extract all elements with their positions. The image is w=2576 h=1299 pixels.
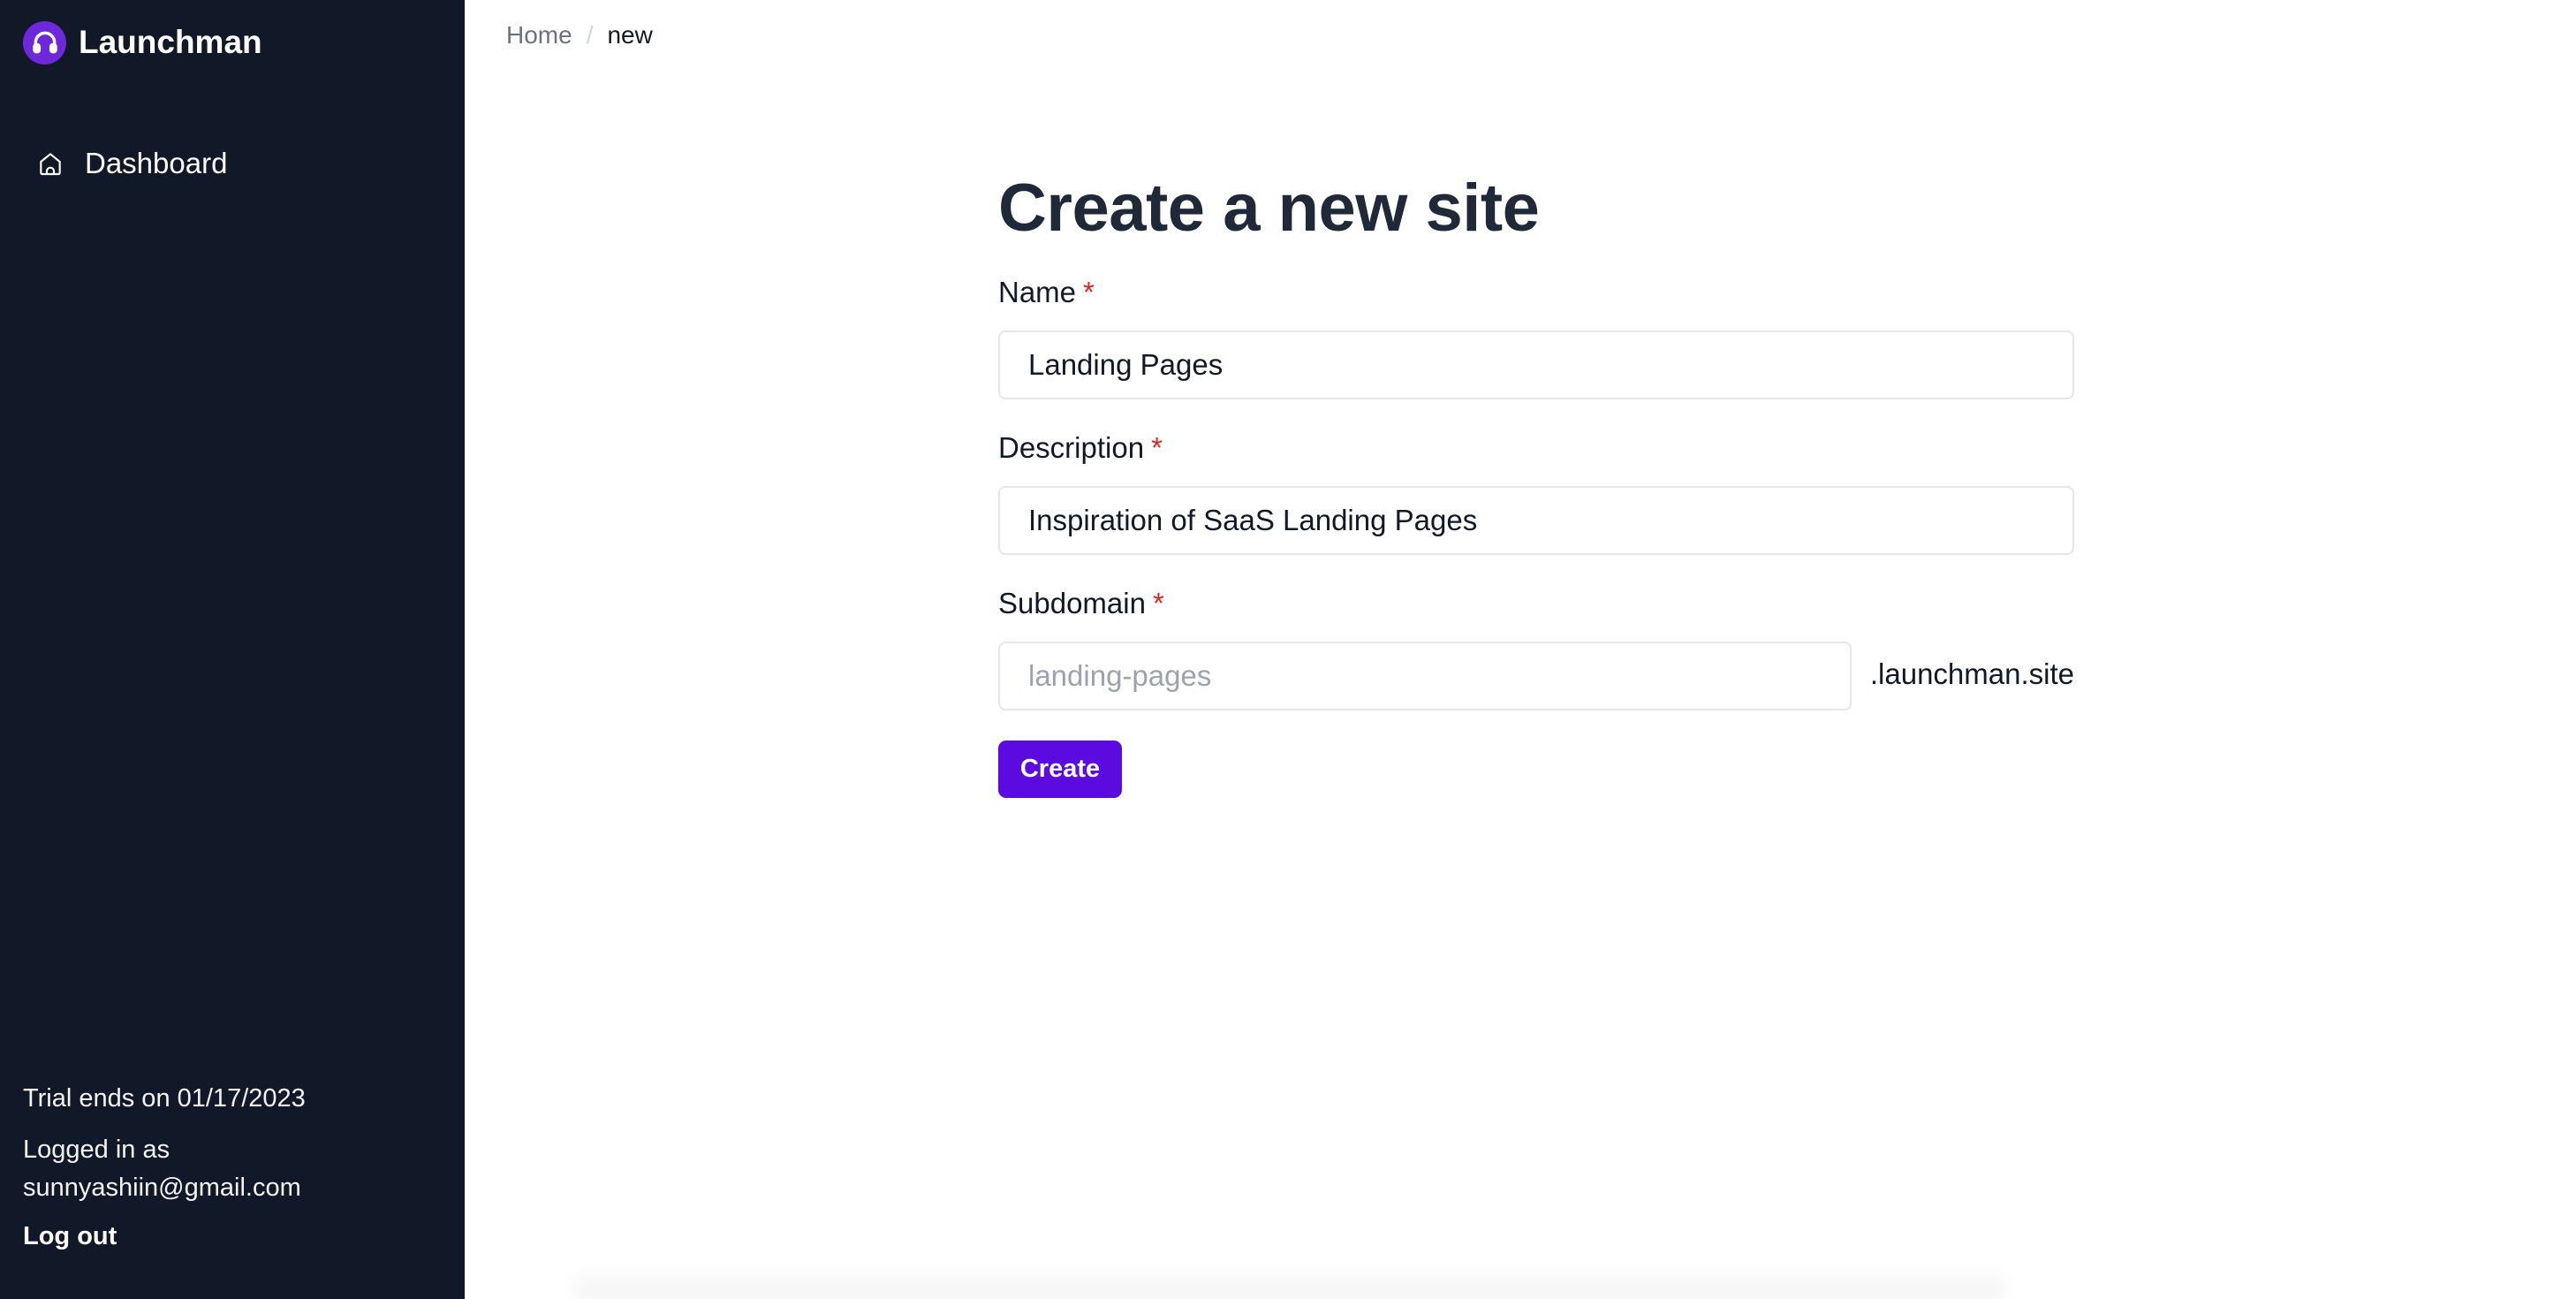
brand[interactable]: Launchman	[23, 20, 262, 65]
trial-status: Trial ends on 01/17/2023	[23, 1084, 306, 1113]
name-label-text: Name	[998, 276, 1077, 308]
brand-name: Launchman	[79, 24, 262, 60]
required-mark: *	[1152, 587, 1164, 619]
logged-in-email: sunnyashiin@gmail.com	[23, 1174, 301, 1202]
description-label: Description *	[998, 431, 1163, 465]
breadcrumb-home-link[interactable]: Home	[506, 21, 572, 49]
home-icon	[34, 147, 67, 180]
subdomain-label: Subdomain *	[998, 587, 1164, 620]
headphones-icon	[23, 20, 66, 65]
description-label-text: Description	[998, 431, 1145, 464]
create-button[interactable]: Create	[998, 741, 1122, 798]
breadcrumb-separator: /	[586, 21, 594, 49]
name-field[interactable]	[998, 330, 2074, 399]
required-mark: *	[1083, 276, 1095, 308]
breadcrumb: Home / new	[506, 21, 653, 49]
subdomain-field[interactable]	[998, 642, 1852, 710]
create-site-form: Create a new site Name* Description* Sub…	[998, 164, 2074, 798]
page-title: Create a new site	[998, 171, 1540, 246]
bottom-shadow	[574, 1264, 2005, 1299]
subdomain-suffix: .launchman.site	[1869, 657, 2074, 690]
sidebar-item-label: Dashboard	[85, 147, 228, 179]
name-label: Name *	[998, 276, 1095, 309]
breadcrumb-current: new	[607, 21, 653, 49]
sidebar-item-dashboard[interactable]: Dashboard	[34, 147, 227, 180]
description-field[interactable]	[998, 486, 2074, 555]
subdomain-label-text: Subdomain	[998, 587, 1146, 619]
logged-in-label: Logged in as	[23, 1136, 170, 1164]
sidebar: Launchman Dashboard Trial ends on 01/17/…	[0, 0, 465, 1299]
required-mark: *	[1151, 431, 1163, 464]
logout-link[interactable]: Log out	[23, 1222, 117, 1251]
